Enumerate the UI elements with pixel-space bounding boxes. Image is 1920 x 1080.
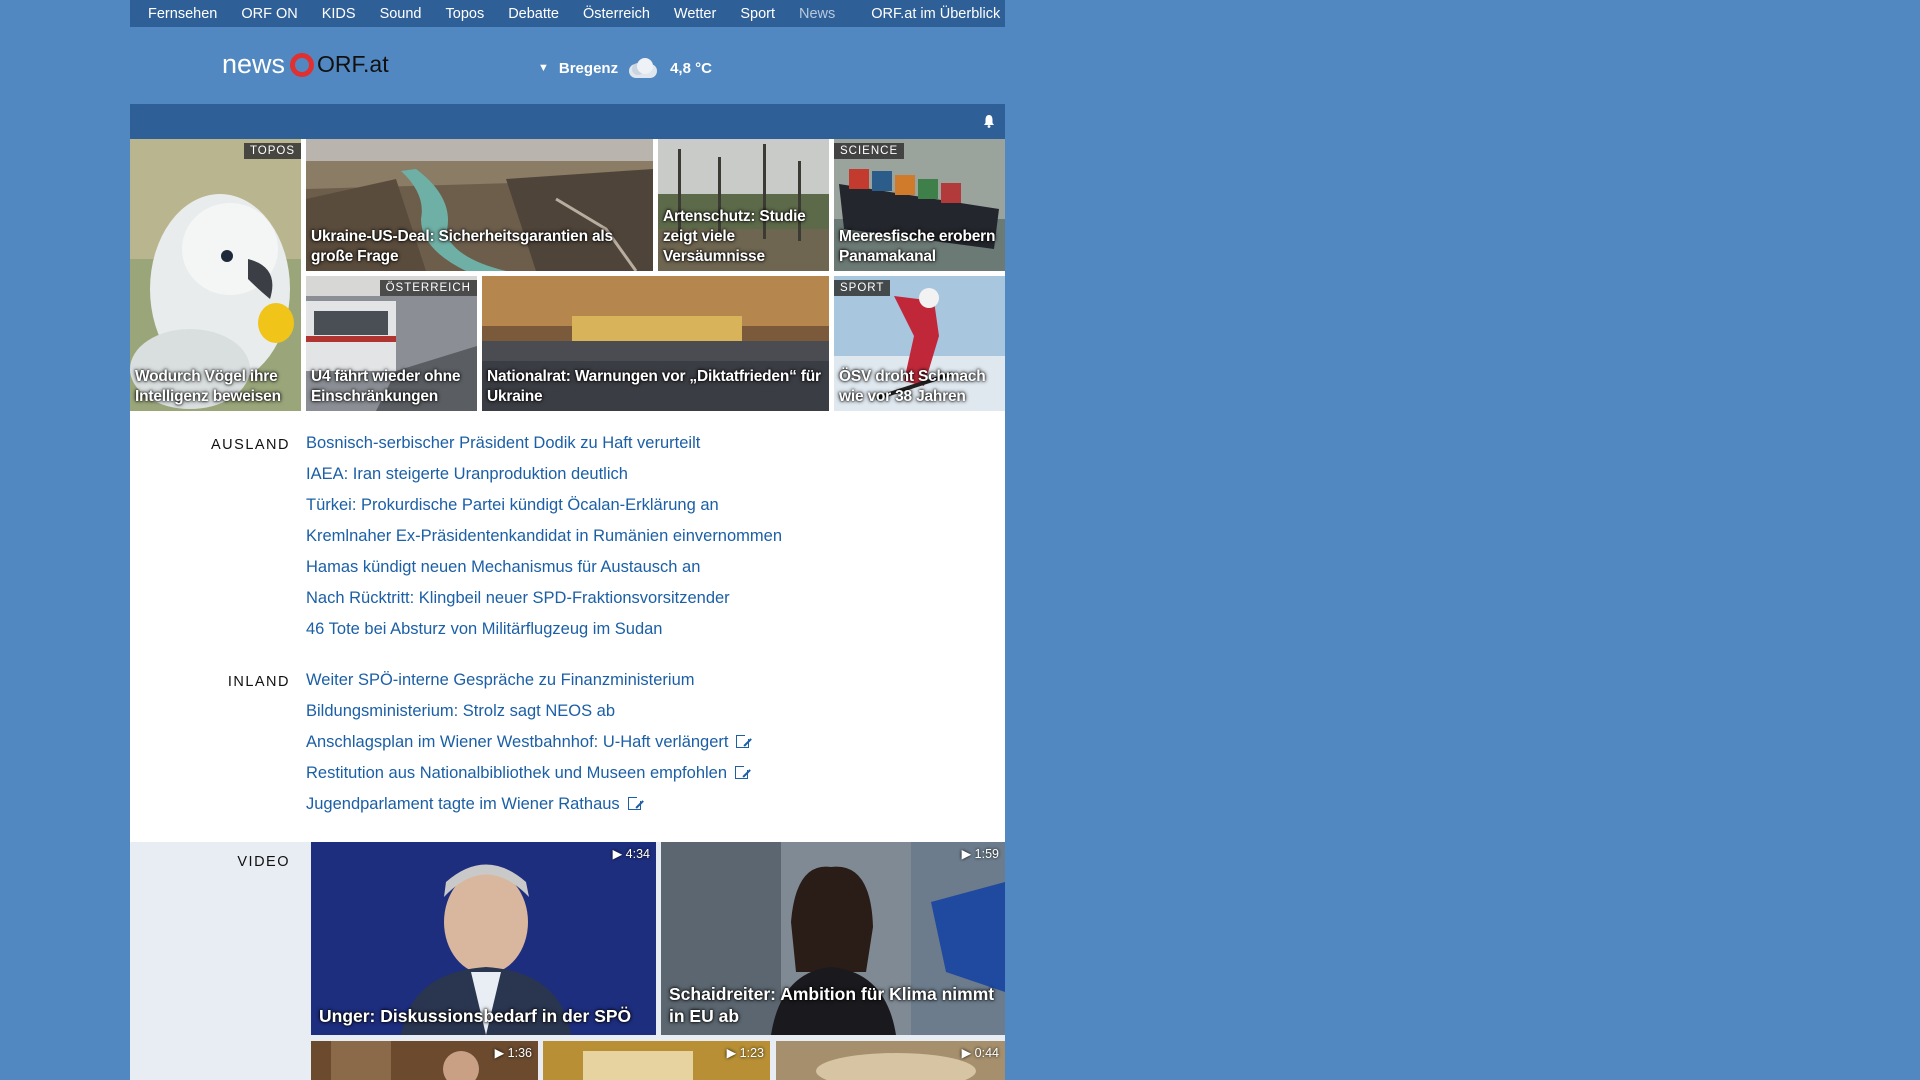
section-label-video: VIDEO — [237, 854, 290, 870]
dropdown-triangle-icon[interactable]: ▼ — [538, 62, 549, 74]
video-duration: ▶ 1:23 — [726, 1046, 764, 1060]
teaser-caption: Ukraine-US-Deal: Sicherheitsgarantien al… — [311, 228, 613, 265]
news-link[interactable]: IAEA: Iran steigerte Uranproduktion deut… — [306, 459, 782, 490]
video-duration: ▶ 0:44 — [961, 1046, 999, 1060]
nav-fernsehen[interactable]: Fernsehen — [148, 6, 217, 22]
news-link[interactable]: Nach Rücktritt: Klingbeil neuer SPD-Frak… — [306, 583, 782, 614]
video-caption: Unger: Diskussionsbedarf in der SPÖ — [319, 1006, 632, 1026]
teaser-tile[interactable]: Ukraine-US-Deal: Sicherheitsgarantien al… — [306, 139, 653, 271]
external-link-icon — [627, 795, 643, 810]
video-tile[interactable]: ▶ 4:34 Unger: Diskussionsbedarf in der S… — [311, 842, 656, 1035]
teaser-tile[interactable]: SPORT ÖSV droht Schmach wie vor 38 Jahre… — [834, 276, 1005, 411]
news-orf-logo[interactable]: news ORF.at — [222, 49, 389, 80]
teaser-caption: Meeresfische erobern Panamakanal — [839, 228, 996, 265]
nav-oesterreich[interactable]: Österreich — [583, 6, 650, 22]
teaser-tile[interactable]: ÖSTERREICH U4 fährt wieder ohne Einschrä… — [306, 276, 477, 411]
nav-news[interactable]: News — [799, 6, 835, 22]
nav-topos[interactable]: Topos — [446, 6, 485, 22]
nav-debatte[interactable]: Debatte — [508, 6, 559, 22]
video-tile[interactable]: ▶ 1:36 — [311, 1041, 538, 1080]
cloudy-icon — [626, 55, 662, 81]
video-tile[interactable]: ▶ 1:59 Schaidreiter: Ambition für Klima … — [661, 842, 1005, 1035]
news-link[interactable]: Bosnisch-serbischer Präsident Dodik zu H… — [306, 428, 782, 459]
orf-ring-icon — [290, 52, 315, 77]
teaser-caption: Wodurch Vögel ihre Intelligenz beweisen — [135, 368, 281, 405]
news-link[interactable]: Anschlagsplan im Wiener Westbahnhof: U-H… — [306, 727, 752, 758]
video-duration: ▶ 4:34 — [612, 847, 650, 861]
news-link[interactable]: Hamas kündigt neuen Mechanismus für Aust… — [306, 552, 782, 583]
tag-badge: ÖSTERREICH — [379, 280, 477, 296]
section-label-ausland: AUSLAND — [211, 437, 290, 453]
external-link-icon — [735, 764, 751, 779]
nav-kids[interactable]: KIDS — [322, 6, 356, 22]
weather-location: Bregenz — [558, 59, 619, 77]
teaser-caption: Artenschutz: Studie zeigt viele Versäumn… — [663, 208, 806, 265]
nav-sport[interactable]: Sport — [740, 6, 775, 22]
nav-orf-on[interactable]: ORF ON — [241, 6, 297, 22]
teaser-tile[interactable]: SCIENCE Meeresfische erobern Panamakanal — [834, 139, 1005, 271]
video-caption: Schaidreiter: Ambition für Klima nimmt i… — [669, 984, 995, 1026]
teaser-tile[interactable]: Artenschutz: Studie zeigt viele Versäumn… — [658, 139, 829, 271]
nav-wetter[interactable]: Wetter — [674, 6, 716, 22]
teaser-tile[interactable]: TOPOS Wodurch Vögel ihre Intelligenz bew… — [130, 139, 301, 411]
ausland-link-list: Bosnisch-serbischer Präsident Dodik zu H… — [306, 428, 782, 645]
news-link[interactable]: Bildungsministerium: Strolz sagt NEOS ab — [306, 696, 749, 727]
video-tile[interactable]: ▶ 1:23 — [543, 1041, 770, 1080]
teaser-caption: ÖSV droht Schmach wie vor 38 Jahren — [839, 368, 986, 405]
news-link[interactable]: Jugendparlament tagte im Wiener Rathaus — [306, 789, 749, 820]
news-link[interactable]: 46 Tote bei Absturz von Militärflugzeug … — [306, 614, 782, 645]
tag-badge: TOPOS — [243, 143, 301, 159]
tag-badge: SPORT — [834, 280, 891, 296]
logo-news-text: news — [222, 49, 286, 79]
weather-widget[interactable]: ▼ Bregenz 4,8 °C — [538, 55, 712, 81]
section-label-inland: INLAND — [227, 674, 290, 690]
video-section: VIDEO ▶ 4:34 Unger: Diskussionsbedarf in… — [130, 842, 1005, 1080]
logo-orf-text: ORF.at — [317, 51, 389, 77]
video-duration: ▶ 1:59 — [961, 847, 999, 861]
teaser-bar — [130, 104, 1005, 139]
nav-overview[interactable]: ORF.at im Überblick — [871, 6, 1000, 22]
video-tile[interactable]: ▶ 0:44 — [776, 1041, 1005, 1080]
main-content: TOPOS Wodurch Vögel ihre Intelligenz bew… — [130, 104, 1005, 1080]
news-link[interactable]: Kremlnaher Ex-Präsidentenkandidat in Rum… — [306, 521, 782, 552]
top-navigation: Fernsehen ORF ON KIDS Sound Topos Debatt… — [130, 0, 1005, 27]
site-header: news ORF.at ▼ Bregenz 4,8 °C — [130, 27, 1005, 104]
video-duration: ▶ 1:36 — [494, 1046, 532, 1060]
teaser-caption: U4 fährt wieder ohne Einschränkungen — [311, 368, 461, 405]
teaser-caption: Nationalrat: Warnungen vor „Diktatfriede… — [487, 368, 821, 405]
tag-badge: SCIENCE — [834, 143, 905, 159]
bell-icon[interactable] — [983, 114, 995, 128]
inland-link-list: Weiter SPÖ-interne Gespräche zu Finanzmi… — [306, 665, 752, 820]
news-link[interactable]: Türkei: Prokurdische Partei kündigt Öcal… — [306, 490, 782, 521]
nav-sound[interactable]: Sound — [380, 6, 422, 22]
news-link[interactable]: Restitution aus Nationalbibliothek und M… — [306, 758, 751, 789]
weather-temperature: 4,8 °C — [670, 59, 712, 77]
teaser-tile[interactable]: Nationalrat: Warnungen vor „Diktatfriede… — [482, 276, 829, 411]
news-link[interactable]: Weiter SPÖ-interne Gespräche zu Finanzmi… — [306, 665, 749, 696]
external-link-icon — [736, 733, 752, 748]
